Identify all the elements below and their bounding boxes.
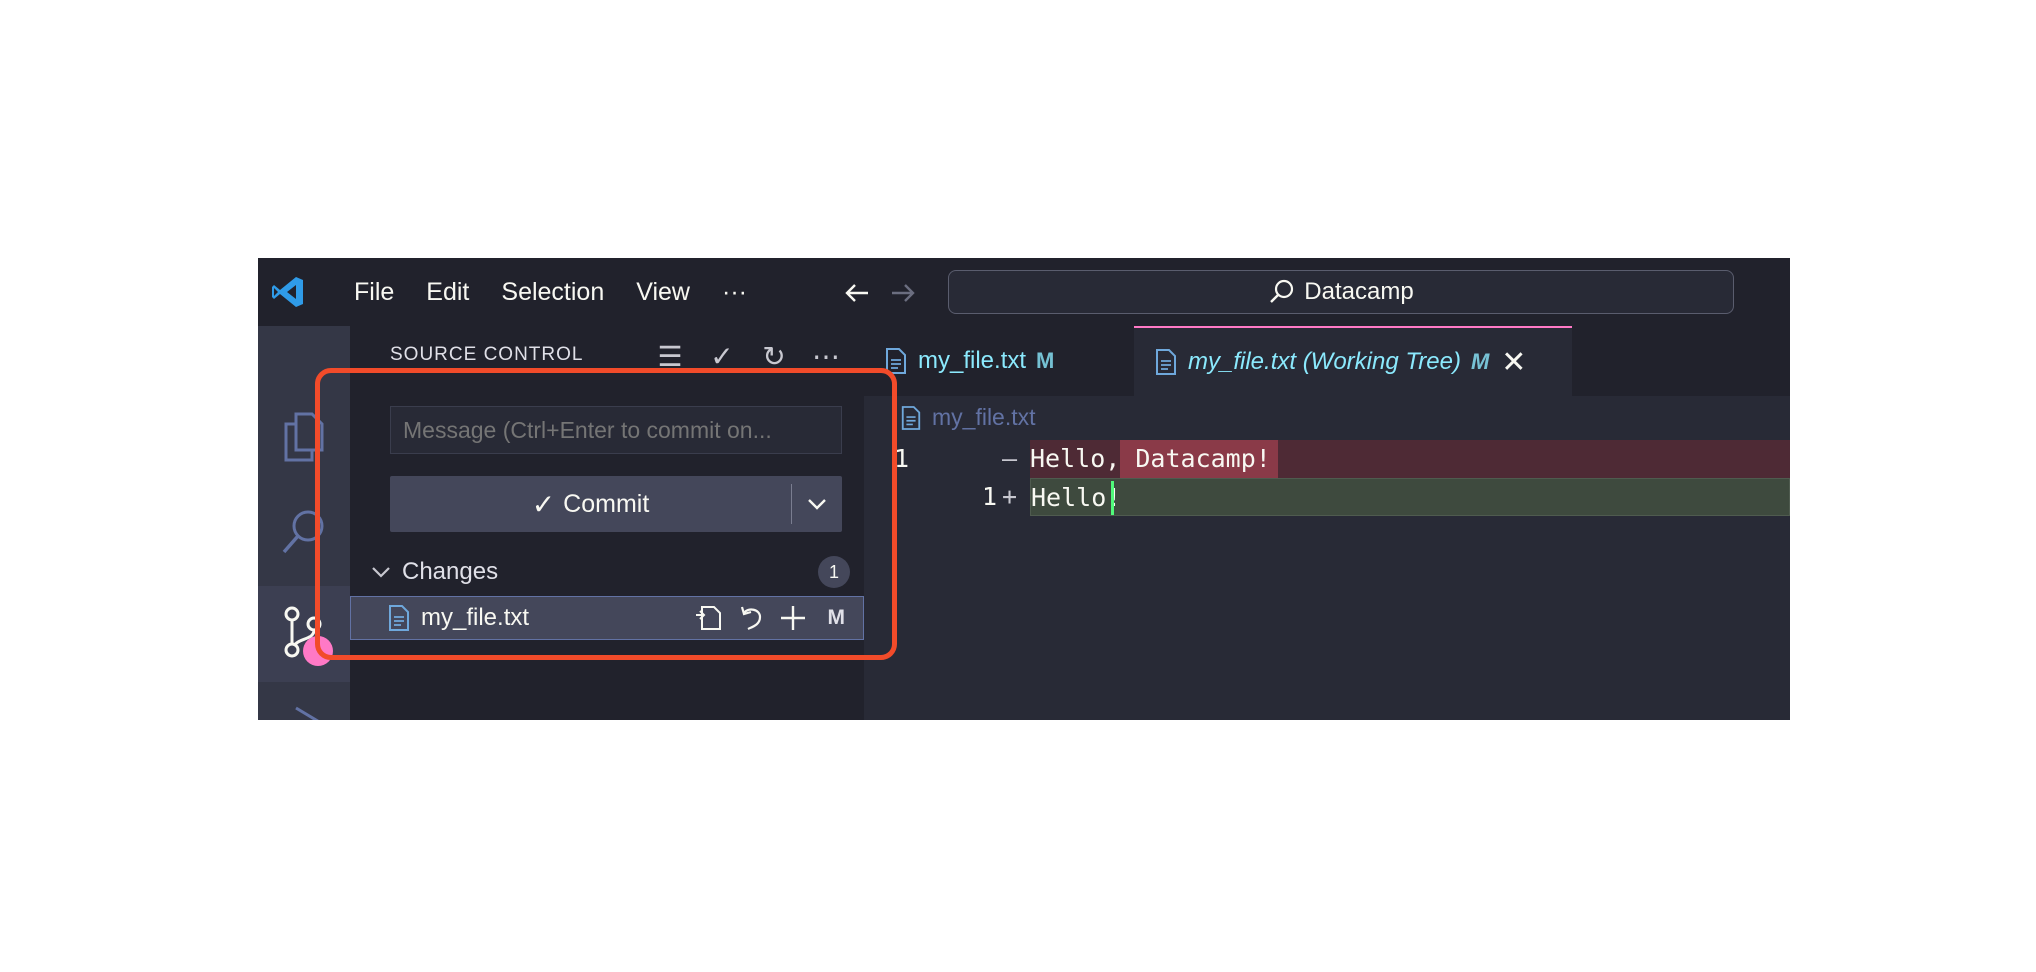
close-icon[interactable]: ✕ xyxy=(1501,345,1526,380)
title-bar: File Edit Selection View ··· Datacamp xyxy=(258,258,1790,326)
tab-bar: my_file.txt M my_file.txt (Working Tree)… xyxy=(864,326,1790,396)
diff-added-line[interactable]: 1 + Hello! xyxy=(864,478,1790,516)
vscode-logo-icon xyxy=(272,277,303,307)
command-center-search[interactable]: Datacamp xyxy=(948,270,1734,314)
removed-code-text: Hello, Datacamp! xyxy=(1030,444,1271,473)
removed-sign: — xyxy=(1002,444,1018,473)
diff-removed-line[interactable]: 1 — Hello, Datacamp! xyxy=(864,440,1790,478)
tab-my-file[interactable]: my_file.txt M xyxy=(864,326,1134,396)
menu-edit[interactable]: Edit xyxy=(410,278,485,307)
added-sign: + xyxy=(1002,482,1018,511)
menu-more[interactable]: ··· xyxy=(706,278,763,307)
file-icon xyxy=(1156,349,1176,375)
menu-selection[interactable]: Selection xyxy=(485,278,620,307)
menu-file[interactable]: File xyxy=(338,278,410,307)
forward-arrow-icon[interactable] xyxy=(888,278,918,308)
tab-status: M xyxy=(1036,348,1055,373)
tab-label: my_file.txt xyxy=(918,347,1027,374)
back-arrow-icon[interactable] xyxy=(842,278,872,308)
text-cursor xyxy=(1111,481,1114,515)
added-line-bg: Hello! xyxy=(1030,478,1790,516)
file-icon xyxy=(901,405,921,430)
added-code-text: Hello! xyxy=(1031,483,1122,512)
search-text: Datacamp xyxy=(1304,278,1414,305)
diff-editor: my_file.txt M my_file.txt (Working Tree)… xyxy=(864,326,1790,720)
search-icon xyxy=(1270,279,1294,303)
menu-view[interactable]: View xyxy=(620,278,706,307)
breadcrumb-file: my_file.txt xyxy=(932,404,1036,430)
tab-working-tree[interactable]: my_file.txt (Working Tree) M ✕ xyxy=(1134,326,1572,396)
menu-bar: File Edit Selection View ··· xyxy=(338,258,763,326)
breadcrumb[interactable]: my_file.txt xyxy=(900,404,1036,431)
run-debug-icon[interactable] xyxy=(274,702,334,720)
panel-title: SOURCE CONTROL xyxy=(390,344,584,365)
removed-line-bg: Hello, Datacamp! xyxy=(1030,440,1790,478)
tab-label: my_file.txt (Working Tree) xyxy=(1188,348,1461,375)
annotation-highlight-box xyxy=(315,368,897,660)
tab-status: M xyxy=(1470,349,1490,374)
new-line-number: 1 xyxy=(982,482,998,511)
